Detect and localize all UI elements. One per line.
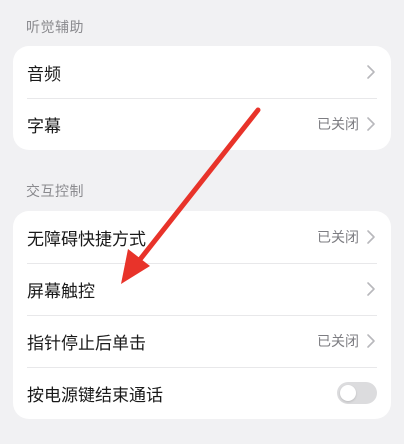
row-label: 指针停止后单击 [27,333,146,354]
row-dwell-click[interactable]: 指针停止后单击 已关闭 [13,315,391,367]
toggle-knob [340,385,356,401]
section-header-interaction: 交互控制 [26,184,84,200]
chevron-right-icon [367,230,375,244]
row-screen-touch[interactable]: 屏幕触控 [13,263,391,315]
row-audio[interactable]: 音频 [13,46,391,98]
row-subtitles[interactable]: 字幕 已关闭 [13,98,391,150]
row-power-end-call: 按电源键结束通话 [13,367,391,419]
row-status: 已关闭 [317,117,359,133]
row-label: 按电源键结束通话 [27,385,163,406]
row-label: 字幕 [27,116,61,137]
row-status: 已关闭 [317,230,359,246]
row-right [337,382,377,404]
row-accessibility-shortcut[interactable]: 无障碍快捷方式 已关闭 [13,211,391,263]
chevron-right-icon [367,117,375,131]
power-end-call-toggle[interactable] [337,382,377,404]
row-label: 屏幕触控 [27,281,95,302]
chevron-right-icon [367,334,375,348]
card-hearing: 音频 字幕 已关闭 [13,46,391,150]
section-header-hearing: 听觉辅助 [26,20,84,36]
row-label: 音频 [27,64,61,85]
chevron-right-icon [367,65,375,79]
chevron-right-icon [367,282,375,296]
row-right: 已关闭 [317,331,377,351]
row-right: 已关闭 [317,114,377,134]
row-right [359,64,377,80]
row-status: 已关闭 [317,334,359,350]
row-right: 已关闭 [317,227,377,247]
row-right [359,281,377,297]
card-interaction: 无障碍快捷方式 已关闭 屏幕触控 指针停止后单击 已关闭 按电源键结束通话 [13,211,391,419]
row-label: 无障碍快捷方式 [27,229,146,250]
